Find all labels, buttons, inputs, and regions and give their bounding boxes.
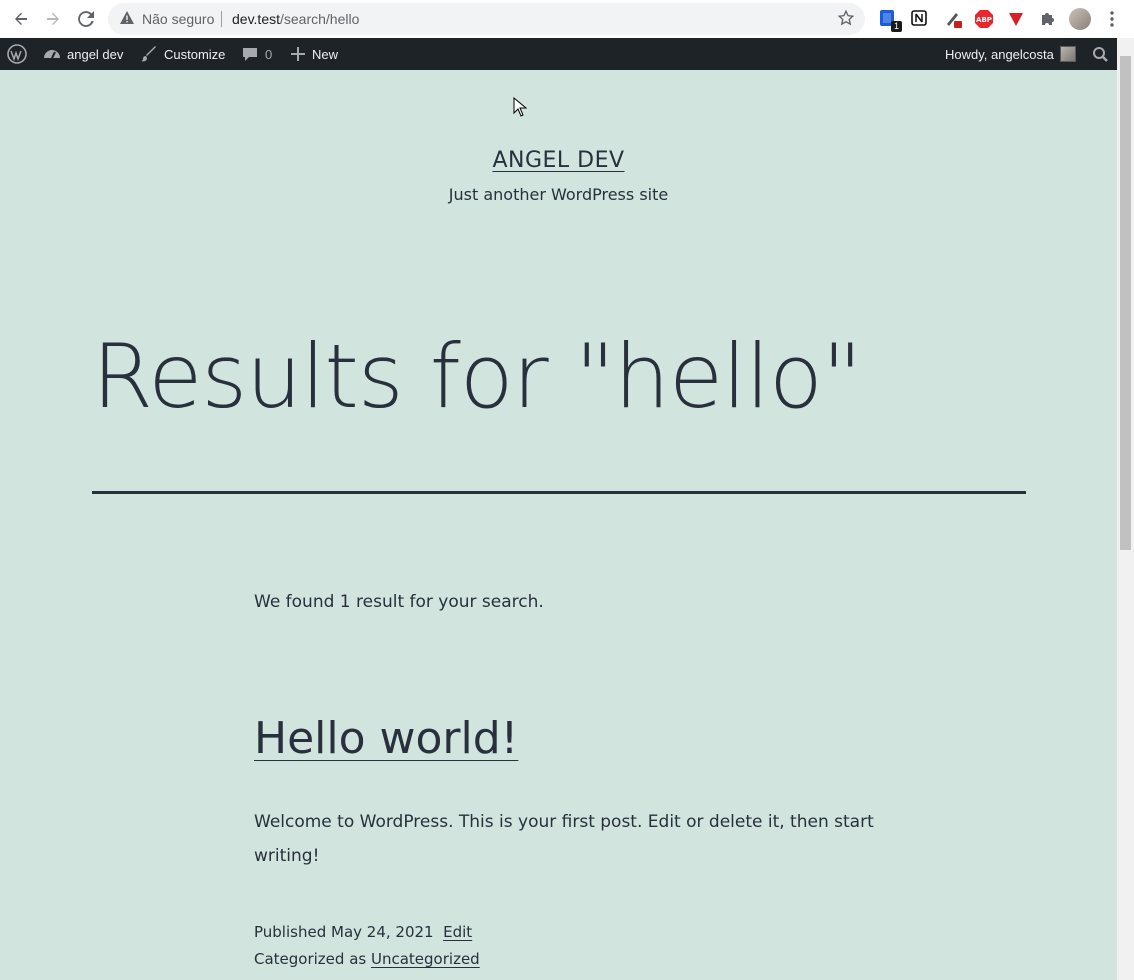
page-scrollbar[interactable] [1117, 38, 1134, 980]
results-count-text: We found 1 result for your search. [254, 592, 544, 612]
profile-avatar[interactable] [1069, 8, 1091, 30]
url-host: dev.test [232, 11, 280, 27]
comment-bubble-icon [241, 45, 259, 63]
edit-link[interactable]: Edit [443, 923, 472, 941]
comments-link[interactable]: 0 [241, 38, 272, 70]
adblock-label: ABP [976, 16, 992, 24]
category-link[interactable]: Uncategorized [371, 950, 480, 968]
post-excerpt: Welcome to WordPress. This is your first… [254, 812, 874, 866]
site-description: Just another WordPress site [448, 185, 669, 204]
forward-icon[interactable] [41, 7, 65, 31]
vivaldi-icon[interactable] [1006, 9, 1026, 29]
extensions-puzzle-icon[interactable] [1038, 9, 1058, 29]
site-title-link[interactable]: ANGEL DEV [492, 148, 624, 173]
site-title: ANGEL DEV [0, 148, 1117, 173]
comments-count: 0 [265, 46, 273, 62]
customize-label: Customize [164, 46, 226, 62]
published-label: Published [254, 923, 327, 941]
site-name-menu[interactable]: angel dev [43, 38, 123, 70]
customize-link[interactable]: Customize [140, 38, 225, 70]
browser-toolbar: Não seguro dev.test/search/hello 1 ABP [0, 0, 1134, 38]
url-text[interactable]: dev.test/search/hello [232, 11, 359, 27]
new-label: New [312, 46, 339, 62]
categorized-label: Categorized as [254, 950, 367, 968]
site-name-label: angel dev [67, 46, 124, 62]
notion-icon[interactable] [910, 9, 930, 29]
search-icon[interactable] [1092, 38, 1109, 70]
search-results-heading: Results for "hello" [92, 325, 862, 428]
post-meta-published: Published May 24, 2021 Edit [254, 923, 472, 941]
address-bar[interactable]: Não seguro dev.test/search/hello [108, 3, 865, 35]
wordpress-logo-icon[interactable] [7, 38, 27, 70]
divider [221, 11, 222, 27]
browser-menu-icon[interactable] [1104, 9, 1124, 29]
post-meta-category: Categorized as Uncategorized [254, 950, 480, 968]
post-title-link[interactable]: Hello world! [254, 713, 518, 764]
security-label[interactable]: Não seguro [142, 11, 214, 27]
extension-badge: 1 [890, 21, 902, 32]
warning-icon [120, 11, 134, 24]
new-content-menu[interactable]: New [290, 38, 338, 70]
bitwarden-icon[interactable]: 1 [879, 9, 902, 32]
page-content: ANGEL DEV Just another WordPress site Re… [0, 70, 1117, 980]
howdy-label: Howdy, angelcosta [945, 46, 1054, 62]
plus-icon [290, 46, 306, 62]
wp-admin-bar: angel dev Customize 0 New Howdy, angelco… [0, 38, 1117, 70]
devtools-icon[interactable] [944, 9, 964, 29]
mouse-cursor-icon [513, 97, 527, 117]
dashboard-icon [43, 45, 61, 63]
bookmark-star-icon[interactable] [837, 9, 855, 27]
url-path: /search/hello [280, 11, 360, 27]
adblock-icon[interactable]: ABP [974, 9, 994, 29]
post-title: Hello world! [254, 713, 518, 764]
account-menu[interactable]: Howdy, angelcosta [945, 38, 1076, 70]
divider [92, 491, 1026, 494]
post-date: May 24, 2021 [331, 923, 434, 941]
reload-icon[interactable] [74, 7, 98, 31]
paintbrush-icon [140, 45, 158, 63]
back-icon[interactable] [9, 7, 33, 31]
user-avatar [1059, 46, 1076, 62]
scrollbar-thumb[interactable] [1120, 56, 1131, 550]
